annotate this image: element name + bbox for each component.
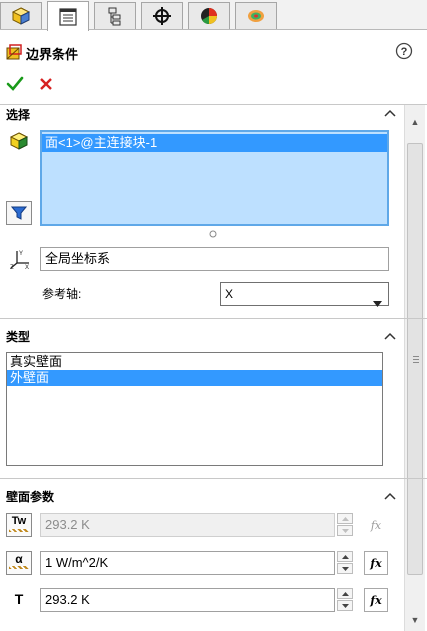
flow-simulation-icon bbox=[248, 10, 264, 22]
tab-property-manager[interactable] bbox=[47, 1, 89, 31]
collapse-selection-icon[interactable] bbox=[382, 107, 398, 119]
reference-axis-label: 参考轴: bbox=[42, 287, 82, 301]
wall-type-list[interactable]: 真实壁面 外壁面 bbox=[6, 352, 383, 466]
wall-temperature-fx-button: fx bbox=[370, 518, 382, 532]
scroll-grip-icon bbox=[413, 356, 419, 365]
svg-text:Y: Y bbox=[19, 251, 23, 257]
group-title-selection: 选择 bbox=[6, 108, 31, 122]
filter-button[interactable] bbox=[6, 201, 32, 225]
reference-axis-value: X bbox=[225, 287, 234, 301]
list-item-outer-wall[interactable]: 外壁面 bbox=[7, 370, 382, 386]
svg-text:Z: Z bbox=[10, 265, 14, 270]
coordinate-system-field[interactable]: 全局坐标系 bbox=[40, 247, 389, 271]
vertical-scrollbar[interactable]: ▲ ▼ bbox=[404, 105, 425, 631]
wall-temperature-spinner bbox=[337, 513, 353, 537]
property-manager-header: 边界条件 ? bbox=[0, 38, 427, 66]
heat-transfer-coefficient-icon: α bbox=[6, 551, 32, 575]
temperature-fx-button[interactable]: fx bbox=[364, 588, 388, 612]
property-manager-icon bbox=[59, 7, 77, 26]
collapse-wall-params-icon[interactable] bbox=[382, 490, 398, 502]
coordinate-system-icon: Y X Z bbox=[9, 248, 31, 273]
wall-temperature-field: 293.2 K bbox=[40, 513, 335, 537]
collapse-type-icon[interactable] bbox=[382, 330, 398, 342]
tab-flow-simulation[interactable] bbox=[235, 2, 277, 29]
wall-temperature-icon: Tw bbox=[6, 513, 32, 537]
manager-tab-strip bbox=[0, 0, 427, 31]
heat-transfer-coefficient-spinner[interactable] bbox=[337, 551, 353, 575]
reference-axis-select[interactable]: X bbox=[220, 282, 389, 307]
ok-button[interactable] bbox=[6, 75, 24, 96]
scroll-up-icon[interactable]: ▲ bbox=[405, 113, 425, 131]
group-title-wall-params: 壁面参数 bbox=[6, 490, 55, 504]
tab-configuration-manager[interactable] bbox=[94, 2, 136, 29]
temperature-icon: T bbox=[14, 591, 24, 607]
chevron-down-icon bbox=[373, 292, 382, 314]
list-item[interactable]: 面<1>@主连接块-1 bbox=[42, 134, 387, 152]
close-icon bbox=[40, 78, 52, 90]
cancel-button[interactable] bbox=[38, 76, 54, 95]
heat-transfer-coefficient-field[interactable]: 1 W/m^2/K bbox=[40, 551, 335, 575]
tab-display-manager[interactable] bbox=[188, 2, 230, 29]
display-manager-icon bbox=[201, 8, 217, 25]
svg-text:X: X bbox=[25, 265, 29, 270]
list-item-real-wall[interactable]: 真实壁面 bbox=[7, 354, 382, 370]
group-title-type: 类型 bbox=[6, 330, 31, 344]
selected-faces-list[interactable]: 面<1>@主连接块-1 bbox=[40, 130, 389, 226]
temperature-spinner[interactable] bbox=[337, 588, 353, 612]
resize-handle-icon[interactable] bbox=[209, 227, 217, 241]
page-title: 边界条件 bbox=[26, 47, 79, 62]
dimxpert-manager-icon bbox=[153, 7, 171, 25]
svg-text:?: ? bbox=[401, 46, 408, 58]
tab-feature-manager[interactable] bbox=[0, 2, 42, 29]
scroll-thumb[interactable] bbox=[407, 143, 423, 575]
divider bbox=[0, 318, 427, 319]
scroll-down-icon[interactable]: ▼ bbox=[405, 611, 425, 629]
divider bbox=[0, 104, 427, 105]
face-select-icon bbox=[9, 131, 29, 154]
temperature-field[interactable]: 293.2 K bbox=[40, 588, 335, 612]
divider bbox=[0, 478, 427, 479]
filter-icon bbox=[11, 206, 27, 220]
part-manager-icon bbox=[11, 7, 31, 25]
help-icon[interactable]: ? bbox=[395, 42, 413, 63]
check-icon bbox=[6, 76, 24, 91]
configuration-manager-icon bbox=[108, 7, 121, 26]
heat-transfer-coefficient-fx-button[interactable]: fx bbox=[364, 551, 388, 575]
boundary-condition-icon bbox=[6, 44, 22, 63]
tab-dimxpert-manager[interactable] bbox=[141, 2, 183, 29]
